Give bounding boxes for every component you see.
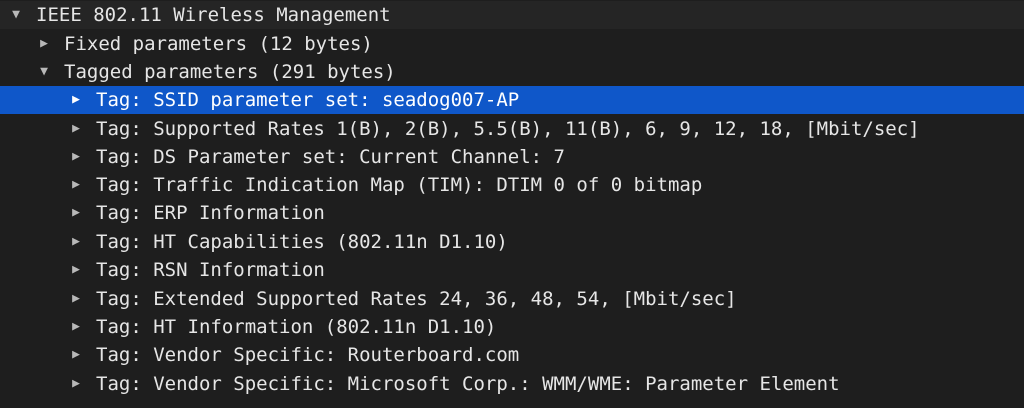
tree-node-tag-vendor-routerboard[interactable]: ▶ Tag: Vendor Specific: Routerboard.com xyxy=(0,341,1024,369)
tree-node-label: Tag: Vendor Specific: Routerboard.com xyxy=(96,344,520,366)
tree-node-tag-erp[interactable]: ▶ Tag: ERP Information xyxy=(0,199,1024,227)
tree-node-tag-supported-rates[interactable]: ▶ Tag: Supported Rates 1(B), 2(B), 5.5(B)… xyxy=(0,115,1024,143)
tree-node-tag-ht-capabilities[interactable]: ▶ Tag: HT Capabilities (802.11n D1.10) xyxy=(0,228,1024,256)
tree-node-tag-ds-parameter[interactable]: ▶ Tag: DS Parameter set: Current Channel:… xyxy=(0,143,1024,171)
triangle-right-icon[interactable]: ▶ xyxy=(66,370,86,398)
triangle-right-icon[interactable]: ▶ xyxy=(66,86,86,114)
tree-node-label: Tag: Extended Supported Rates 24, 36, 48… xyxy=(96,288,737,310)
tree-node-tag-tim[interactable]: ▶ Tag: Traffic Indication Map (TIM): DTIM… xyxy=(0,171,1024,199)
tree-node-label: IEEE 802.11 Wireless Management xyxy=(36,4,391,26)
tree-node-label: Tag: HT Capabilities (802.11n D1.10) xyxy=(96,231,508,253)
tree-node-tag-ht-information[interactable]: ▶ Tag: HT Information (802.11n D1.10) xyxy=(0,313,1024,341)
tree-node-label: Tagged parameters (291 bytes) xyxy=(64,61,396,83)
tree-node-fixed-parameters[interactable]: ▶ Fixed parameters (12 bytes) xyxy=(0,30,1024,58)
tree-node-tagged-parameters[interactable]: ▼ Tagged parameters (291 bytes) xyxy=(0,58,1024,86)
tree-node-tag-extended-rates[interactable]: ▶ Tag: Extended Supported Rates 24, 36, 4… xyxy=(0,285,1024,313)
tree-node-label: Tag: HT Information (802.11n D1.10) xyxy=(96,316,497,338)
tree-node-label: Tag: ERP Information xyxy=(96,202,325,224)
triangle-right-icon[interactable]: ▶ xyxy=(66,199,86,227)
triangle-right-icon[interactable]: ▶ xyxy=(34,30,54,58)
tree-node-label: Fixed parameters (12 bytes) xyxy=(64,33,373,55)
triangle-right-icon[interactable]: ▶ xyxy=(66,256,86,284)
tree-node-label: Tag: Vendor Specific: Microsoft Corp.: W… xyxy=(96,373,840,395)
triangle-down-icon[interactable]: ▼ xyxy=(34,58,54,86)
tree-node-label: Tag: Supported Rates 1(B), 2(B), 5.5(B),… xyxy=(96,118,920,140)
tree-node-tag-vendor-microsoft[interactable]: ▶ Tag: Vendor Specific: Microsoft Corp.: … xyxy=(0,370,1024,398)
tree-node-tag-ssid[interactable]: ▶ Tag: SSID parameter set: seadog007-AP xyxy=(0,86,1024,114)
triangle-right-icon[interactable]: ▶ xyxy=(66,228,86,256)
triangle-right-icon[interactable]: ▶ xyxy=(66,171,86,199)
tree-node-label: Tag: DS Parameter set: Current Channel: … xyxy=(96,146,565,168)
triangle-right-icon[interactable]: ▶ xyxy=(66,341,86,369)
triangle-right-icon[interactable]: ▶ xyxy=(66,143,86,171)
triangle-right-icon[interactable]: ▶ xyxy=(66,285,86,313)
tree-node-label: Tag: Traffic Indication Map (TIM): DTIM … xyxy=(96,174,703,196)
tree-node-ieee80211-management[interactable]: ▼ IEEE 802.11 Wireless Management xyxy=(0,1,1024,29)
tree-node-tag-rsn[interactable]: ▶ Tag: RSN Information xyxy=(0,256,1024,284)
tree-node-label: Tag: RSN Information xyxy=(96,259,325,281)
tree-node-label: Tag: SSID parameter set: seadog007-AP xyxy=(96,89,520,111)
triangle-right-icon[interactable]: ▶ xyxy=(66,313,86,341)
packet-details-tree: ▼ IEEE 802.11 Wireless Management ▶ Fixed … xyxy=(0,0,1024,408)
triangle-down-icon[interactable]: ▼ xyxy=(6,1,26,29)
triangle-right-icon[interactable]: ▶ xyxy=(66,115,86,143)
